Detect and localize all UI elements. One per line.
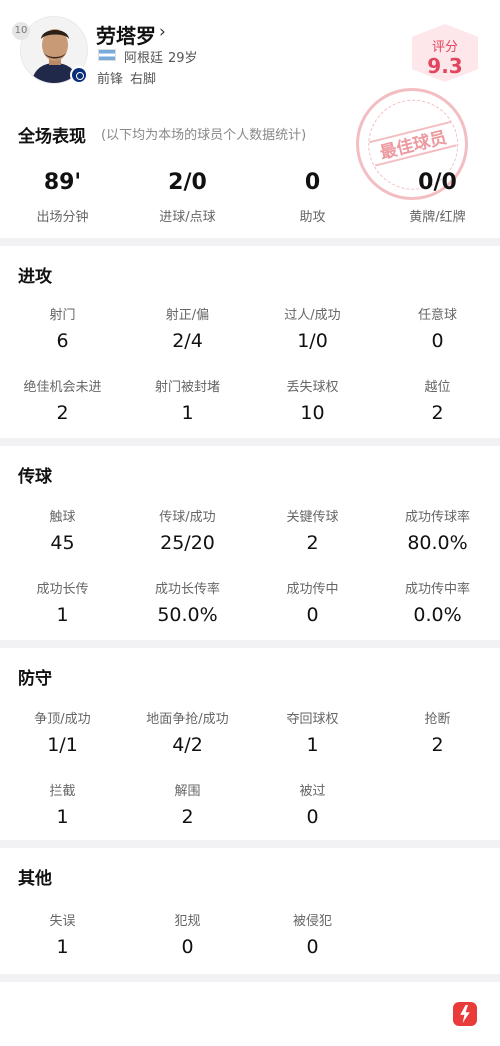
other-title: 其他: [18, 869, 52, 889]
rating-badge: 评分 9.3: [412, 24, 478, 82]
stat-label: 丢失球权: [286, 380, 339, 395]
passing-title: 传球: [18, 467, 52, 487]
stat-value: 2: [181, 806, 194, 828]
stat-value: 0: [306, 604, 319, 626]
stat-label: 夺回球权: [286, 712, 339, 727]
summary-goals-value: 2/0: [168, 170, 207, 195]
attack-section: 进攻 射门 6 射正/偏 2/4 过人/成功 1/0 任意球 0 绝佳机会未进 …: [0, 246, 500, 438]
bolt-icon: [460, 1005, 470, 1023]
stat-value: 2: [56, 402, 69, 424]
summary-minutes-label: 出场分钟: [36, 210, 89, 225]
player-foot: 右脚: [130, 72, 157, 87]
stat-value: 1: [56, 936, 69, 958]
stat-label: 成功长传: [36, 582, 89, 597]
jersey-number-badge: 10: [12, 22, 30, 40]
stat-value: 1: [56, 604, 69, 626]
stat-value: 1: [181, 402, 194, 424]
stat-value: 10: [300, 402, 325, 424]
club-logo-icon: [70, 66, 88, 84]
footer: [0, 982, 500, 1046]
summary-minutes-value: 89': [43, 170, 82, 195]
rating-value: 9.3: [427, 54, 463, 78]
stat-label: 过人/成功: [284, 308, 341, 323]
app-logo-icon[interactable]: [453, 1002, 477, 1026]
attack-title: 进攻: [18, 267, 52, 287]
defense-title: 防守: [18, 669, 52, 689]
defense-section: 防守 争顶/成功 1/1 地面争抢/成功 4/2 夺回球权 1 抢断 2 拦截 …: [0, 648, 500, 840]
stat-label: 成功传球率: [404, 510, 470, 525]
stat-value: 6: [56, 330, 69, 352]
stat-value: 2: [431, 734, 444, 756]
stat-label: 任意球: [417, 308, 457, 323]
stat-value: 4/2: [172, 734, 203, 756]
stat-value: 2/4: [172, 330, 203, 352]
stat-label: 射门被封堵: [154, 380, 220, 395]
stat-value: 1: [56, 806, 69, 828]
other-section: 其他 失误 1 犯规 0 被侵犯 0: [0, 848, 500, 974]
player-country: 阿根廷: [124, 51, 164, 66]
stat-value: 0: [306, 806, 319, 828]
summary-assists-label: 助攻: [299, 210, 326, 225]
summary-goals-label: 进球/点球: [159, 210, 216, 225]
stat-label: 解围: [174, 784, 201, 799]
stat-label: 犯规: [174, 914, 201, 929]
stat-label: 被侵犯: [292, 914, 332, 929]
stat-label: 地面争抢/成功: [146, 712, 229, 727]
stat-value: 25/20: [160, 532, 215, 554]
stat-value: 50.0%: [157, 604, 218, 626]
player-name[interactable]: 劳塔罗: [96, 20, 156, 49]
stat-label: 射正/偏: [165, 308, 210, 323]
stat-value: 1: [306, 734, 319, 756]
stat-value: 2: [431, 402, 444, 424]
stat-label: 成功传中率: [404, 582, 470, 597]
stat-value: 0: [431, 330, 444, 352]
stat-value: 0.0%: [413, 604, 462, 626]
stat-value: 1/0: [297, 330, 328, 352]
stat-label: 触球: [49, 510, 76, 525]
stat-value: 0: [181, 936, 194, 958]
stat-value: 0: [306, 936, 319, 958]
stat-label: 被过: [299, 784, 326, 799]
stat-label: 成功传中: [286, 582, 339, 597]
player-position: 前锋: [97, 72, 124, 87]
summary-cards-value: 0/0: [418, 170, 457, 195]
overall-title: 全场表现: [18, 127, 86, 147]
stat-label: 抢断: [424, 712, 451, 727]
stat-label: 绝佳机会未进: [23, 380, 102, 395]
chevron-right-icon[interactable]: ›: [159, 22, 166, 42]
summary-cards-label: 黄牌/红牌: [409, 210, 466, 225]
overall-note: (以下均为本场的球员个人数据统计): [101, 128, 307, 143]
stat-value: 1/1: [47, 734, 78, 756]
best-player-stamp-text: 最佳球员: [369, 120, 457, 167]
stat-label: 越位: [424, 380, 451, 395]
stat-label: 争顶/成功: [34, 712, 91, 727]
country-flag-icon: [98, 49, 116, 61]
stat-value: 45: [50, 532, 75, 554]
stat-label: 关键传球: [286, 510, 339, 525]
stat-label: 失误: [49, 914, 76, 929]
stat-label: 成功长传率: [154, 582, 220, 597]
summary-assists-value: 0: [304, 170, 321, 195]
passing-section: 传球 触球 45 传球/成功 25/20 关键传球 2 成功传球率 80.0% …: [0, 446, 500, 640]
rating-label: 评分: [431, 40, 458, 55]
stat-label: 射门: [49, 308, 76, 323]
player-header: 10 劳塔罗 › 阿根廷 29岁 前锋 右脚 评分 9.3 最佳球员 全场表现 …: [0, 0, 500, 238]
stat-value: 2: [306, 532, 319, 554]
stat-label: 拦截: [49, 784, 76, 799]
stat-label: 传球/成功: [159, 510, 216, 525]
stat-value: 80.0%: [407, 532, 468, 554]
player-age: 29岁: [168, 51, 198, 66]
